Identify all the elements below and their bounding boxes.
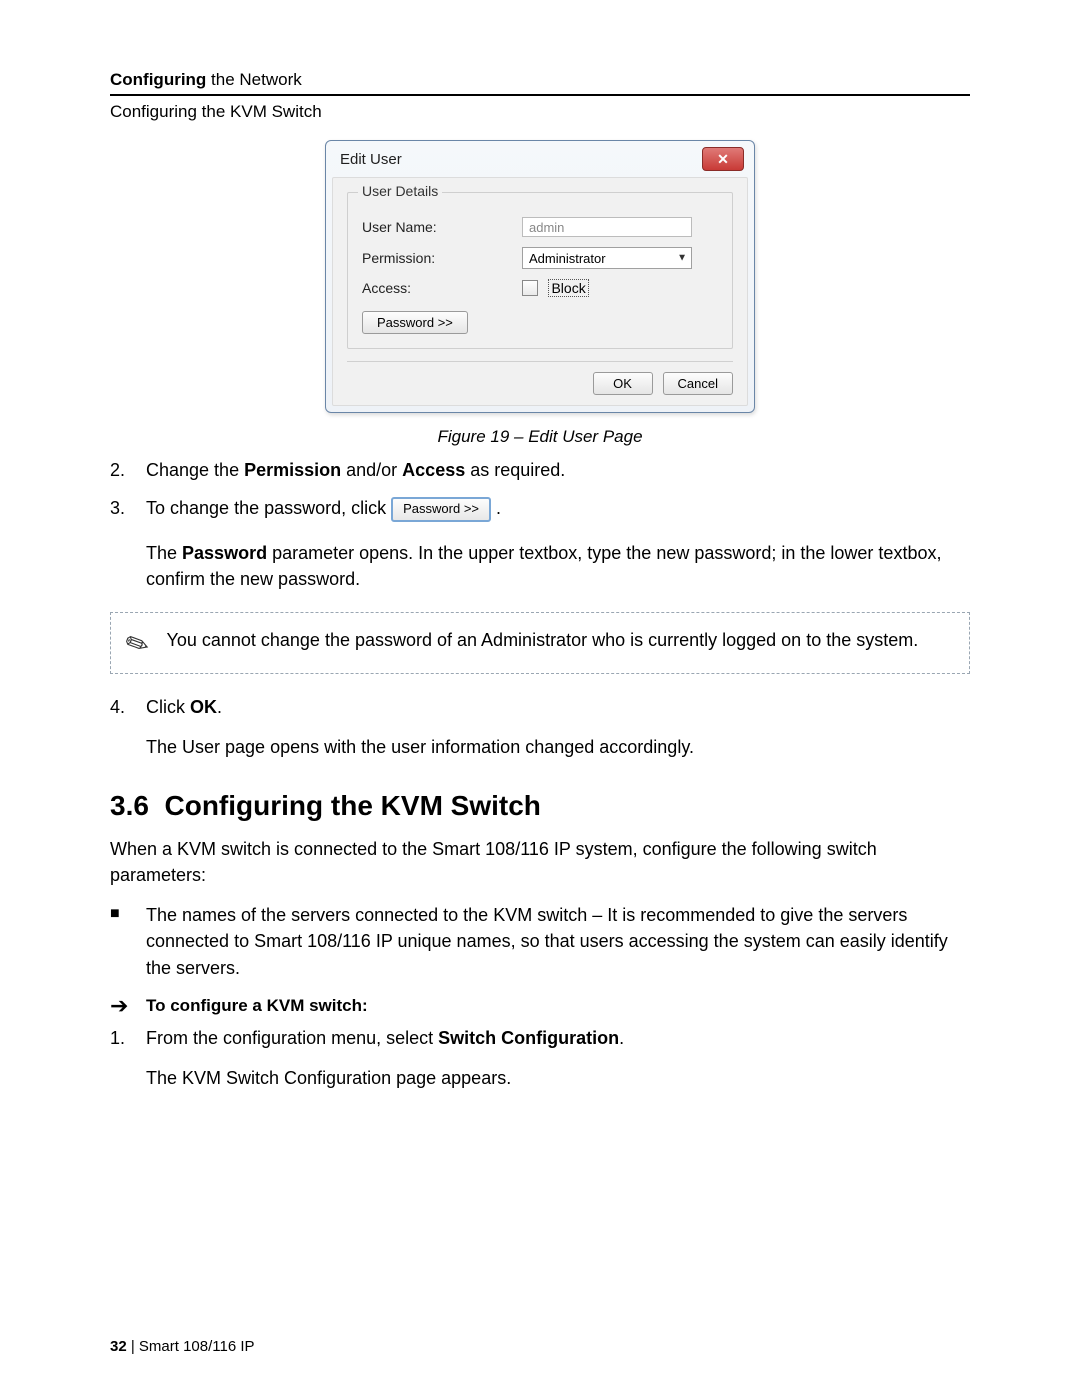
task-lead: To configure a KVM switch: [146, 996, 368, 1016]
step-2-content: Change the Permission and/or Access as r… [146, 457, 970, 483]
block-checkbox[interactable] [522, 280, 538, 296]
task-step-1-paragraph: The KVM Switch Configuration page appear… [146, 1065, 970, 1091]
task-step-1-content: From the configuration menu, select Swit… [146, 1025, 970, 1051]
arrow-icon: ➔ [110, 995, 146, 1017]
bullet-text: The names of the servers connected to th… [146, 902, 970, 980]
fieldset-legend: User Details [358, 183, 442, 199]
bullet-item: ■ The names of the servers connected to … [110, 902, 970, 980]
step-3-content: To change the password, click Password >… [146, 495, 970, 522]
label-permission: Permission: [362, 250, 522, 266]
running-header: Configuring the Network [110, 70, 970, 90]
step-3: 3. To change the password, click Passwor… [110, 495, 970, 522]
page-footer: 32 | Smart 108/116 IP [110, 1338, 255, 1355]
close-button[interactable]: ✕ [702, 147, 744, 171]
row-access: Access: Block [362, 279, 718, 297]
label-access: Access: [362, 280, 522, 296]
dialog-footer: OK Cancel [347, 361, 733, 395]
header-rule [110, 94, 970, 96]
subsection-title: Configuring the KVM Switch [110, 102, 970, 122]
dialog-titlebar: Edit User ✕ [326, 141, 754, 177]
section-number: 3.6 [110, 790, 149, 821]
step-number: 4. [110, 694, 146, 720]
note-box: ✎ You cannot change the password of an A… [110, 612, 970, 674]
user-details-fieldset: User Details User Name: admin Permission… [347, 192, 733, 349]
step-3-paragraph: The Password parameter opens. In the upp… [146, 540, 970, 592]
step-2: 2. Change the Permission and/or Access a… [110, 457, 970, 483]
step-number: 3. [110, 495, 146, 521]
password-inline-button[interactable]: Password >> [391, 497, 491, 522]
username-input[interactable]: admin [522, 217, 692, 237]
footer-sep: | [127, 1338, 139, 1355]
page: Configuring the Network Configuring the … [0, 0, 1080, 1397]
chevron-down-icon: ▼ [677, 253, 687, 264]
ok-button[interactable]: OK [593, 372, 653, 395]
step-4: 4. Click OK. [110, 694, 970, 720]
step-number: 1. [110, 1025, 146, 1051]
chapter-title-rest: the Network [206, 70, 301, 89]
dialog-body: User Details User Name: admin Permission… [332, 177, 748, 406]
row-username: User Name: admin [362, 217, 718, 237]
page-number: 32 [110, 1338, 127, 1355]
footer-product: Smart 108/116 IP [139, 1338, 255, 1355]
note-text: You cannot change the password of an Adm… [166, 627, 918, 653]
task-step-1: 1. From the configuration menu, select S… [110, 1025, 970, 1051]
step-4-paragraph: The User page opens with the user inform… [146, 734, 970, 760]
step-4-content: Click OK. [146, 694, 970, 720]
cancel-button[interactable]: Cancel [663, 372, 733, 395]
access-checkbox-wrap: Block [522, 279, 589, 297]
permission-value: Administrator [529, 251, 606, 266]
section-title-text: Configuring the KVM Switch [165, 790, 541, 821]
label-username: User Name: [362, 219, 522, 235]
chapter-title-bold: Configuring [110, 70, 206, 89]
section-intro: When a KVM switch is connected to the Sm… [110, 836, 970, 888]
row-permission: Permission: Administrator ▼ [362, 247, 718, 269]
permission-select[interactable]: Administrator ▼ [522, 247, 692, 269]
section-heading: 3.6 Configuring the KVM Switch [110, 790, 970, 822]
bullet-icon: ■ [110, 902, 146, 980]
edit-user-dialog: Edit User ✕ User Details User Name: admi… [325, 140, 755, 413]
figure-caption: Figure 19 – Edit User Page [110, 427, 970, 447]
edit-user-dialog-figure: Edit User ✕ User Details User Name: admi… [325, 140, 755, 413]
close-icon: ✕ [717, 151, 729, 168]
note-icon: ✎ [119, 623, 154, 662]
step-number: 2. [110, 457, 146, 483]
block-label: Block [548, 279, 588, 297]
task-lead-row: ➔ To configure a KVM switch: [110, 995, 970, 1017]
password-button[interactable]: Password >> [362, 311, 468, 334]
dialog-title: Edit User [340, 151, 402, 168]
